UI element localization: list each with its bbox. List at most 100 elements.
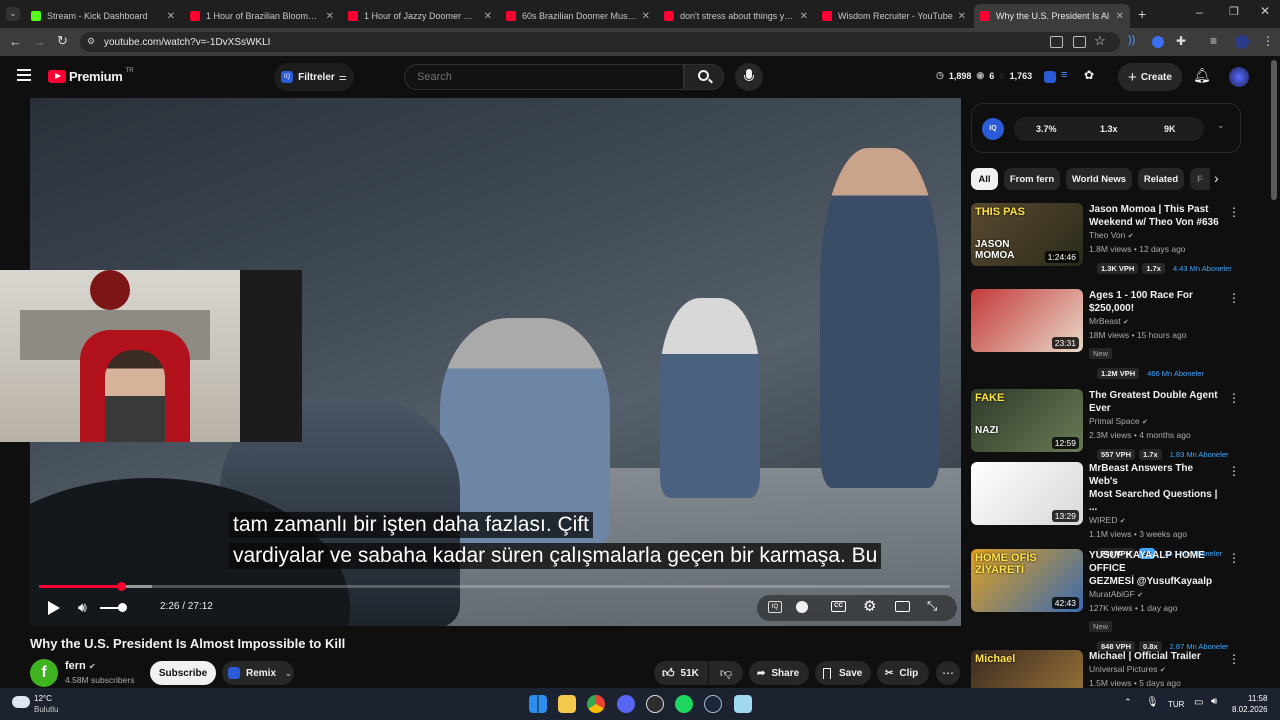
more-options-icon[interactable]: ⋮ (1228, 391, 1240, 405)
share-button[interactable]: ➦ Share (749, 661, 809, 685)
discord-icon[interactable] (617, 695, 635, 713)
notepad-icon[interactable] (734, 695, 752, 713)
clock-date[interactable]: 8.02.2026 (1232, 705, 1268, 714)
browser-tab[interactable]: 60s Brazilian Doomer Music - F ✕ (500, 4, 656, 28)
browser-tab[interactable]: Why the U.S. President Is Al ✕ (974, 4, 1130, 28)
chips-next-icon[interactable]: › (1214, 170, 1219, 186)
new-tab-icon[interactable]: + (1138, 6, 1146, 22)
clip-button[interactable]: ✂ Clip (877, 661, 929, 685)
settings-gear-icon[interactable]: ⚙ (863, 597, 876, 615)
tab-close-icon[interactable]: ✕ (1116, 11, 1124, 22)
expand-chevron-icon[interactable]: ⌄ (1217, 120, 1225, 131)
clock-time[interactable]: 11:58 (1248, 694, 1267, 703)
restore-icon[interactable]: ❐ (1229, 5, 1239, 18)
network-icon[interactable]: ▭ (1194, 697, 1203, 708)
channel-avatar[interactable]: f (30, 659, 58, 687)
extension-wave-icon[interactable]: )) (1128, 34, 1135, 46)
volume-knob[interactable] (118, 603, 127, 612)
filter-chip[interactable]: Related (1138, 168, 1184, 190)
captions-icon[interactable]: CC (831, 601, 846, 612)
iq-player-icon[interactable]: IQ (768, 601, 782, 613)
filters-button[interactable]: IQ Filtreler ⚌ (274, 63, 354, 91)
progress-scrubber[interactable] (116, 582, 126, 591)
browser-menu-icon[interactable]: ⋮ (1262, 34, 1274, 48)
video-thumbnail[interactable]: THIS PAS JASON MOMOA 1:24:46 (971, 203, 1083, 266)
iq-menu-icon[interactable]: ≡ (1061, 69, 1067, 81)
browser-tab[interactable]: 1 Hour of Jazzy Doomer Music ✕ (342, 4, 498, 28)
notifications-bell-icon[interactable]: 🔔︎ (1193, 67, 1211, 84)
spotify-icon[interactable] (675, 695, 693, 713)
save-button[interactable]: Save (815, 661, 871, 685)
filter-chip[interactable]: World News (1066, 168, 1132, 190)
voice-search-button[interactable] (735, 63, 763, 91)
install-app-icon[interactable] (1073, 36, 1086, 48)
forward-icon[interactable]: → (33, 34, 46, 49)
speaker-icon[interactable]: 🔊︎ (1211, 696, 1217, 707)
more-options-icon[interactable]: ⋮ (1228, 205, 1240, 219)
progress-bar[interactable] (39, 582, 950, 591)
recommendation-info[interactable]: Michael | Official Trailer Universal Pict… (1089, 650, 1224, 690)
file-explorer-icon[interactable] (558, 695, 576, 713)
bookmark-star-icon[interactable]: ☆ (1094, 33, 1106, 49)
minimize-icon[interactable]: – (1196, 5, 1203, 19)
recommendation-info[interactable]: Jason Momoa | This Past Weekend w/ Theo V… (1089, 203, 1232, 276)
tab-close-icon[interactable]: ✕ (484, 11, 492, 22)
filter-chip[interactable]: All (971, 168, 998, 190)
mute-button[interactable]: 🔊︎ (78, 599, 87, 616)
tab-close-icon[interactable]: ✕ (800, 11, 808, 22)
tab-close-icon[interactable]: ✕ (958, 11, 966, 22)
site-info-icon[interactable]: ⚙ (87, 36, 95, 47)
tab-close-icon[interactable]: ✕ (167, 11, 175, 22)
extension-shield-icon[interactable] (1152, 36, 1164, 48)
filter-chip[interactable]: F (1190, 168, 1210, 190)
video-thumbnail[interactable]: HOME OFİS ZİYARETİ 42:43 (971, 549, 1083, 612)
video-thumbnail[interactable]: FAKE NAZI 12:59 (971, 389, 1083, 452)
play-button[interactable] (46, 600, 62, 616)
subscribe-button[interactable]: Subscribe (150, 661, 216, 685)
tab-close-icon[interactable]: ✕ (642, 11, 650, 22)
address-bar[interactable]: ⚙ youtube.com/watch?v=-1DvXSsWKLI (80, 32, 1120, 52)
start-menu-icon[interactable] (529, 695, 547, 713)
search-box[interactable] (404, 64, 684, 90)
more-options-icon[interactable]: ⋮ (1228, 464, 1240, 478)
search-button[interactable] (684, 64, 724, 90)
filter-chip[interactable]: From fern (1004, 168, 1060, 190)
account-avatar[interactable] (1229, 67, 1249, 87)
translate-icon[interactable] (1050, 36, 1063, 48)
back-icon[interactable]: ← (9, 34, 22, 49)
search-input[interactable] (415, 70, 675, 84)
recommendation-info[interactable]: Ages 1 - 100 Race For $250,000! MrBeast ✔ 1… (1089, 289, 1224, 381)
video-thumbnail[interactable]: 13:29 (971, 462, 1083, 525)
obs-icon[interactable] (646, 695, 664, 713)
browser-tab[interactable]: Wisdom Recruiter - YouTube ✕ (816, 4, 972, 28)
like-button[interactable]: 👍︎ 51K (654, 661, 708, 685)
tray-mic-icon[interactable]: 🎙︎ (1146, 697, 1159, 708)
volume-slider[interactable] (100, 603, 127, 612)
browser-tab[interactable]: 1 Hour of Brazilian Bloomer Mu ✕ (184, 4, 340, 28)
page-scrollbar[interactable] (1271, 60, 1277, 200)
close-window-icon[interactable]: ✕ (1260, 4, 1270, 18)
more-options-icon[interactable]: ⋮ (1228, 551, 1240, 565)
chrome-icon[interactable] (587, 695, 605, 713)
extensions-puzzle-icon[interactable]: ✚ (1176, 34, 1186, 48)
language-indicator[interactable]: TUR (1168, 700, 1184, 709)
autoplay-toggle-icon[interactable] (796, 601, 808, 613)
youtube-logo[interactable]: Premium TR (48, 68, 134, 84)
create-button[interactable]: + Create (1118, 63, 1182, 91)
weather-icon[interactable] (12, 696, 30, 708)
reload-icon[interactable]: ↻ (57, 33, 68, 49)
tab-close-icon[interactable]: ✕ (326, 11, 334, 22)
browser-tab[interactable]: Stream - Kick Dashboard ✕ (25, 4, 181, 28)
profile-avatar[interactable] (1235, 35, 1249, 49)
recommendation-info[interactable]: MrBeast Answers The Web's Most Searched Q… (1089, 462, 1224, 561)
more-actions-button[interactable]: ⋯ (936, 661, 960, 685)
more-options-icon[interactable]: ⋮ (1228, 291, 1240, 305)
miniplayer-icon[interactable] (895, 601, 910, 612)
tab-search-icon[interactable]: ⌄ (6, 7, 20, 21)
iq-extension-icon[interactable] (1044, 71, 1056, 83)
hamburger-menu-icon[interactable] (17, 69, 31, 81)
browser-tab[interactable]: don't stress about things you c ✕ (658, 4, 814, 28)
remix-button[interactable]: Remix ⌄ (222, 661, 294, 685)
fullscreen-icon[interactable]: ⤡ (927, 598, 937, 614)
steam-icon[interactable] (704, 695, 722, 713)
